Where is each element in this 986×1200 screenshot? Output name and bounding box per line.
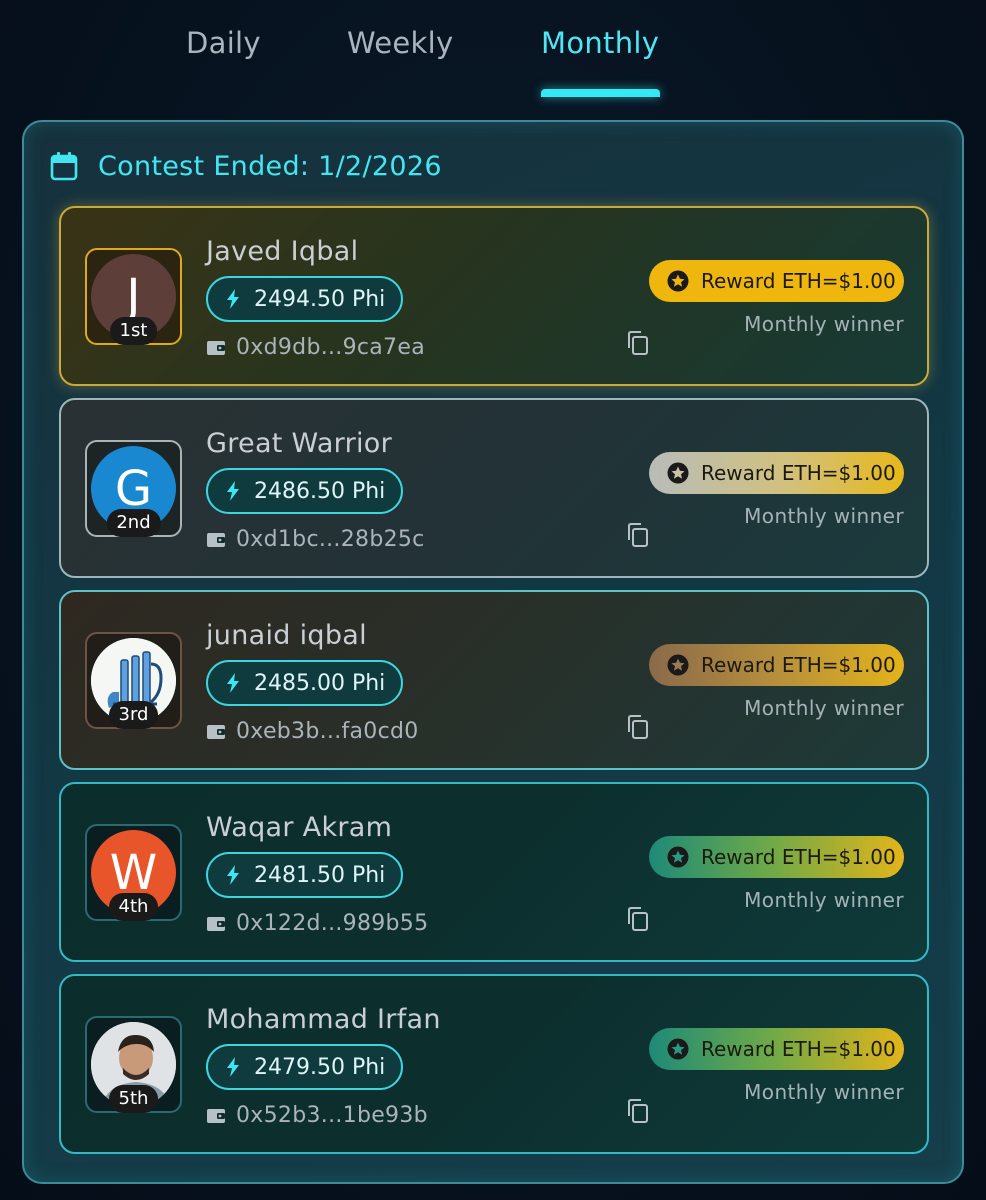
wallet-address: 0x122d...989b55	[206, 911, 428, 936]
winner-label: Monthly winner	[744, 312, 904, 336]
tab-weekly[interactable]: Weekly	[347, 26, 453, 60]
wallet-icon	[207, 340, 225, 355]
leaderboard-card-5[interactable]: 5th Mohammad Irfan 2479.50 Phi 0x52b3...…	[59, 974, 929, 1154]
winner-label: Monthly winner	[744, 504, 904, 528]
reward-badge: Reward ETH=$1.00	[649, 260, 904, 302]
star-icon	[667, 654, 689, 676]
copy-icon[interactable]	[627, 1098, 649, 1124]
avatar-frame: 5th	[85, 1016, 182, 1113]
wallet-icon	[207, 916, 225, 931]
wallet-address: 0x52b3...1be93b	[206, 1103, 428, 1128]
leaderboard-card-2[interactable]: G 2nd Great Warrior 2486.50 Phi 0xd1bc..…	[59, 398, 929, 578]
star-icon	[667, 270, 689, 292]
score-value: 2494.50 Phi	[254, 286, 386, 312]
rank-badge: 4th	[108, 893, 159, 921]
copy-icon[interactable]	[627, 330, 649, 356]
leaderboard-panel: Contest Ended: 1/2/2026 J 1st Javed Iqba…	[22, 120, 964, 1184]
lightning-icon	[227, 673, 239, 693]
avatar-frame: J 1st	[85, 248, 182, 345]
tab-daily[interactable]: Daily	[186, 26, 261, 60]
wallet-icon	[207, 1108, 225, 1123]
reward-badge: Reward ETH=$1.00	[649, 1028, 904, 1070]
score-badge: 2486.50 Phi	[206, 468, 404, 514]
star-icon	[667, 462, 689, 484]
player-name: junaid iqbal	[206, 620, 367, 651]
winner-label: Monthly winner	[744, 1080, 904, 1104]
lightning-icon	[227, 481, 239, 501]
leaderboard-card-1[interactable]: J 1st Javed Iqbal 2494.50 Phi 0xd9db...9…	[59, 206, 929, 386]
contest-status: Contest Ended: 1/2/2026	[50, 150, 442, 182]
rank-badge: 5th	[108, 1085, 159, 1113]
leaderboard-card-3[interactable]: 3rd junaid iqbal 2485.00 Phi 0xeb3b...fa…	[59, 590, 929, 770]
lightning-icon	[227, 1057, 239, 1077]
wallet-icon	[207, 724, 225, 739]
wallet-address: 0xd1bc...28b25c	[206, 527, 425, 552]
score-value: 2485.00 Phi	[254, 670, 386, 696]
score-badge: 2479.50 Phi	[206, 1044, 404, 1090]
score-value: 2486.50 Phi	[254, 478, 386, 504]
copy-icon[interactable]	[627, 714, 649, 740]
reward-text: Reward ETH=$1.00	[701, 653, 896, 677]
wallet-address: 0xd9db...9ca7ea	[206, 335, 425, 360]
reward-text: Reward ETH=$1.00	[701, 461, 896, 485]
avatar-frame: 3rd	[85, 632, 182, 729]
reward-text: Reward ETH=$1.00	[701, 845, 896, 869]
winner-label: Monthly winner	[744, 696, 904, 720]
lightning-icon	[227, 289, 239, 309]
score-badge: 2485.00 Phi	[206, 660, 404, 706]
score-badge: 2481.50 Phi	[206, 852, 404, 898]
wallet-text: 0xeb3b...fa0cd0	[236, 719, 419, 744]
calendar-icon	[50, 152, 78, 181]
player-name: Javed Iqbal	[206, 236, 359, 267]
wallet-text: 0xd9db...9ca7ea	[236, 335, 425, 360]
leaderboard-card-4[interactable]: W 4th Waqar Akram 2481.50 Phi 0x122d...9…	[59, 782, 929, 962]
player-name: Waqar Akram	[206, 812, 393, 843]
score-value: 2479.50 Phi	[254, 1054, 386, 1080]
wallet-address: 0xeb3b...fa0cd0	[206, 719, 419, 744]
period-tabs: Daily Weekly Monthly	[0, 0, 986, 100]
active-tab-indicator	[541, 89, 660, 97]
copy-icon[interactable]	[627, 522, 649, 548]
score-value: 2481.50 Phi	[254, 862, 386, 888]
avatar-frame: G 2nd	[85, 440, 182, 537]
wallet-icon	[207, 532, 225, 547]
lightning-icon	[227, 865, 239, 885]
rank-badge: 2nd	[106, 509, 161, 537]
rank-badge: 3rd	[108, 701, 159, 729]
star-icon	[667, 1038, 689, 1060]
reward-badge: Reward ETH=$1.00	[649, 452, 904, 494]
copy-icon[interactable]	[627, 906, 649, 932]
player-name: Mohammad Irfan	[206, 1004, 441, 1035]
wallet-text: 0x52b3...1be93b	[236, 1103, 428, 1128]
winner-label: Monthly winner	[744, 888, 904, 912]
rank-badge: 1st	[109, 317, 158, 345]
reward-badge: Reward ETH=$1.00	[649, 644, 904, 686]
avatar-frame: W 4th	[85, 824, 182, 921]
tab-monthly[interactable]: Monthly	[541, 26, 659, 60]
wallet-text: 0xd1bc...28b25c	[236, 527, 425, 552]
reward-text: Reward ETH=$1.00	[701, 269, 896, 293]
contest-ended-label: Contest Ended: 1/2/2026	[98, 150, 442, 182]
wallet-text: 0x122d...989b55	[236, 911, 429, 936]
player-name: Great Warrior	[206, 428, 393, 459]
star-icon	[667, 846, 689, 868]
reward-badge: Reward ETH=$1.00	[649, 836, 904, 878]
reward-text: Reward ETH=$1.00	[701, 1037, 896, 1061]
score-badge: 2494.50 Phi	[206, 276, 404, 322]
